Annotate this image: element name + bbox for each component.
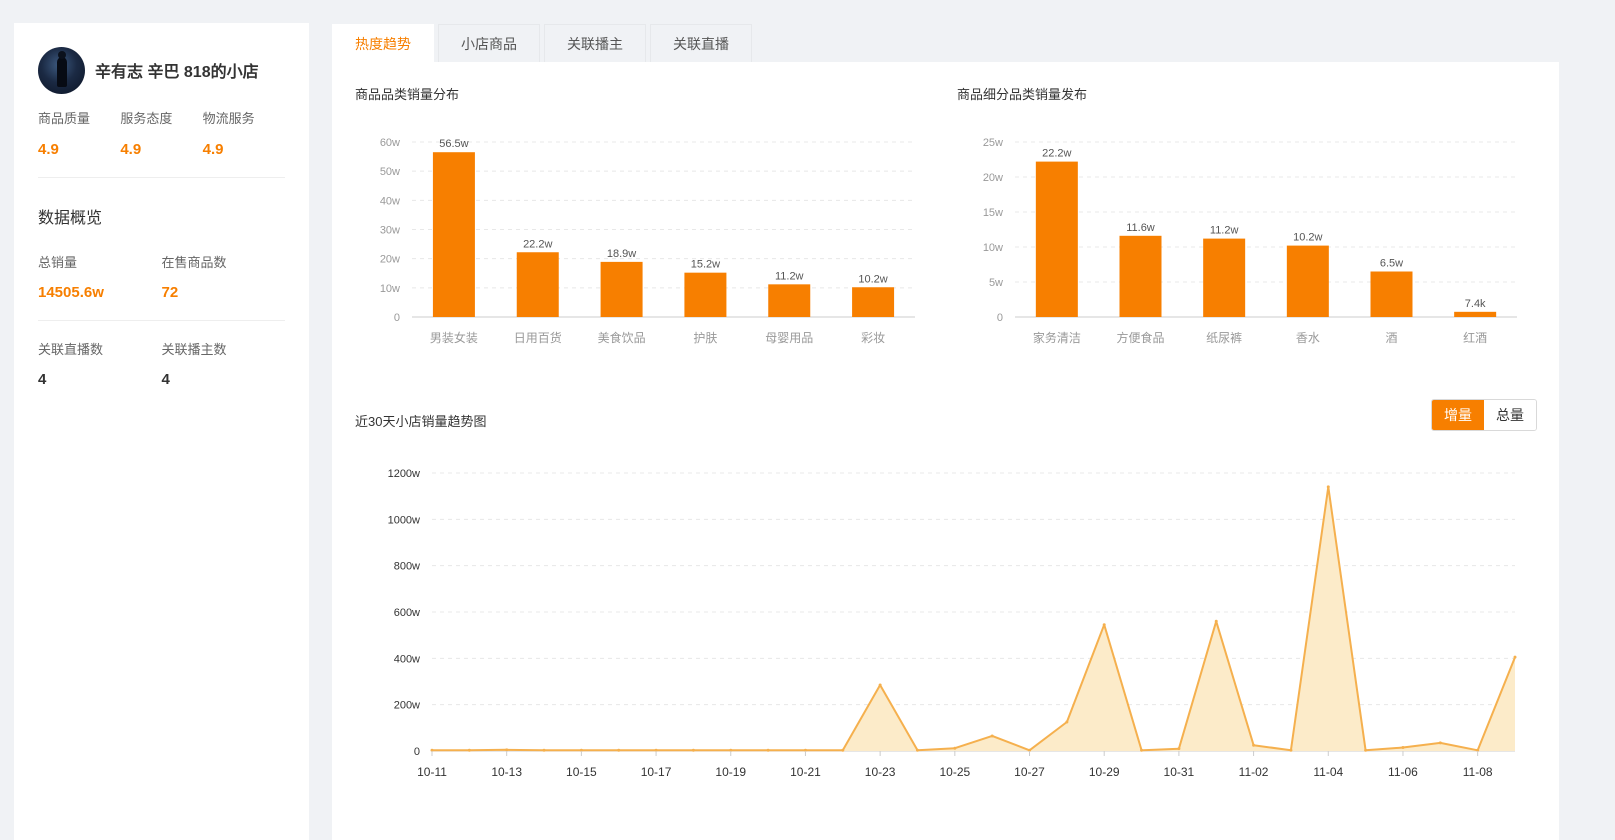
overview-row: 总销量 14505.6w 在售商品数 72 <box>38 252 285 301</box>
on-sale-value: 72 <box>161 284 179 301</box>
linked-host-label: 关联播主数 <box>161 342 227 357</box>
score-label: 服务态度 <box>120 111 173 126</box>
divider <box>38 320 285 321</box>
data-point <box>878 683 882 687</box>
x-tick-label: 11-06 <box>1388 765 1418 779</box>
score-service: 服务态度 4.9 <box>120 108 202 158</box>
on-sale-count: 在售商品数 72 <box>162 252 286 301</box>
y-tick-label: 200w <box>394 700 420 712</box>
data-point <box>1326 485 1330 489</box>
shop-scores: 商品质量 4.9 服务态度 4.9 物流服务 4.9 <box>38 108 285 158</box>
x-tick-label: 10-25 <box>939 765 970 779</box>
overview-title: 数据概览 <box>38 210 103 227</box>
data-point <box>915 748 919 752</box>
data-point <box>990 734 994 738</box>
y-tick-label: 1000w <box>388 514 420 526</box>
tab-heat-trend[interactable]: 热度趋势 <box>332 24 434 62</box>
shop-name: 辛有志 辛巴 818的小店 <box>95 64 259 81</box>
data-point <box>1401 746 1405 750</box>
total-sales-value: 14505.6w <box>38 284 104 301</box>
sales-trend-chart: 0 200w 400w 600w 800w 1000w 1200w 10-11 10-13 10-… <box>388 468 1517 779</box>
data-point <box>953 746 957 750</box>
avatar[interactable] <box>38 46 85 94</box>
x-tick-label: 10-23 <box>865 765 896 779</box>
data-point <box>1438 741 1442 745</box>
linked-live-count: 关联直播数 4 <box>38 339 162 388</box>
x-tick-label: 10-11 <box>417 765 447 779</box>
tab-shop-products[interactable]: 小店商品 <box>438 24 540 62</box>
tab-bar: 热度趋势 小店商品 关联播主 关联直播 <box>332 24 756 62</box>
overview-row: 关联直播数 4 关联播主数 4 <box>38 339 285 388</box>
linked-host-value: 4 <box>161 371 170 388</box>
linked-host-count: 关联播主数 4 <box>162 339 286 388</box>
x-tick-label: 11-08 <box>1463 765 1493 779</box>
data-point <box>1214 619 1218 623</box>
data-point <box>841 748 845 752</box>
data-point <box>467 748 471 752</box>
score-label: 商品质量 <box>38 111 91 126</box>
x-tick-label: 11-04 <box>1313 765 1343 779</box>
data-point <box>542 748 546 752</box>
linked-live-value: 4 <box>38 371 47 388</box>
on-sale-label: 在售商品数 <box>161 255 227 270</box>
score-value: 4.9 <box>120 141 142 158</box>
data-point <box>1364 748 1368 752</box>
x-tick-label: 10-17 <box>641 765 672 779</box>
total-sales: 总销量 14505.6w <box>38 252 162 301</box>
y-tick-label: 400w <box>394 653 420 665</box>
data-point <box>1065 720 1069 724</box>
data-point <box>617 748 621 752</box>
data-point <box>1140 748 1144 752</box>
x-tick-label: 10-13 <box>491 765 522 779</box>
area-fill <box>432 486 1515 751</box>
score-quality: 商品质量 4.9 <box>38 108 120 158</box>
score-label: 物流服务 <box>202 111 255 126</box>
data-point <box>1102 623 1106 627</box>
data-point <box>1177 747 1181 751</box>
y-tick-label: 0 <box>414 746 420 758</box>
data-point <box>1289 748 1293 752</box>
score-value: 4.9 <box>38 141 59 158</box>
data-point <box>691 748 695 752</box>
total-sales-label: 总销量 <box>38 255 78 270</box>
tab-linked-hosts[interactable]: 关联播主 <box>544 24 646 62</box>
tab-linked-live[interactable]: 关联直播 <box>650 24 752 62</box>
x-tick-label: 10-21 <box>790 765 821 779</box>
linked-live-label: 关联直播数 <box>38 342 104 357</box>
score-logistics: 物流服务 4.9 <box>203 108 285 158</box>
y-tick-label: 600w <box>394 607 420 619</box>
divider <box>38 177 285 178</box>
shop-info-card: 辛有志 辛巴 818的小店 商品质量 4.9 服务态度 4.9 物流服务 4.9… <box>14 23 309 840</box>
trend-panel: 商品品类销量分布 0 10w 20w 30w 40w 50w 60w 56.5w 男装女装 22.… <box>332 62 1559 840</box>
data-point <box>505 748 509 752</box>
y-tick-label: 1200w <box>388 468 420 480</box>
data-point <box>766 748 770 752</box>
shop-header: 辛有志 辛巴 818的小店 <box>38 46 285 94</box>
x-tick-label: 10-15 <box>566 765 597 779</box>
x-tick-label: 11-02 <box>1239 765 1269 779</box>
x-tick-label: 10-29 <box>1089 765 1120 779</box>
x-tick-label: 10-19 <box>715 765 746 779</box>
x-tick-label: 10-31 <box>1164 765 1195 779</box>
data-point <box>1252 743 1256 747</box>
x-tick-label: 10-27 <box>1014 765 1045 779</box>
score-value: 4.9 <box>202 141 224 158</box>
data-point <box>1513 655 1517 659</box>
y-tick-label: 800w <box>394 561 420 573</box>
